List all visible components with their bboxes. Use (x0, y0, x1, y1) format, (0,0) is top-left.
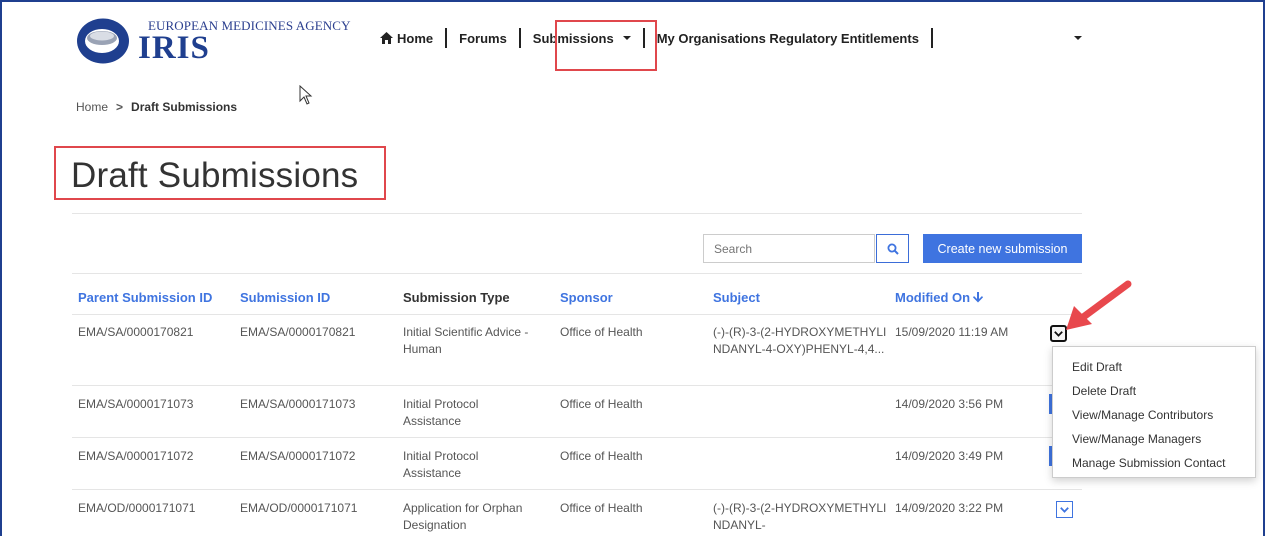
cell-parent-id: EMA/SA/0000171072 (78, 449, 194, 463)
cell-submission-type: Initial Protocol Assistance (403, 449, 479, 480)
cell-submission-id: EMA/SA/0000170821 (240, 325, 356, 339)
cell-subject: (-)-(R)-3-(2-HYDROXYMETHYLINDANYL-4-OXY)… (713, 325, 887, 356)
nav-separator (518, 28, 521, 48)
column-header-sponsor[interactable]: Sponsor (560, 290, 613, 305)
app-name: IRIS (138, 30, 210, 66)
menu-item-manage-submission-contact[interactable]: Manage Submission Contact (1053, 451, 1255, 475)
home-icon (380, 32, 393, 44)
nav-home-label: Home (397, 30, 434, 46)
row-divider (72, 314, 1082, 315)
menu-item-edit-draft[interactable]: Edit Draft (1053, 355, 1255, 379)
cell-submission-id: EMA/SA/0000171073 (240, 397, 356, 411)
cell-parent-id: EMA/OD/0000171071 (78, 501, 196, 515)
cell-sponsor: Office of Health (560, 449, 643, 463)
create-new-submission-button[interactable]: Create new submission (923, 234, 1082, 263)
cell-sponsor: Office of Health (560, 397, 643, 411)
cell-modified-on: 14/09/2020 3:22 PM (895, 501, 1004, 515)
breadcrumb-home[interactable]: Home (76, 100, 108, 114)
search-icon (887, 243, 899, 255)
nav-entitlements[interactable]: My Organisations Regulatory Entitlements (657, 31, 919, 46)
column-header-submission-type: Submission Type (403, 290, 510, 305)
nav-separator (930, 28, 933, 48)
menu-item-manage-contributors[interactable]: View/Manage Contributors (1053, 403, 1255, 427)
cell-parent-id: EMA/SA/0000171073 (78, 397, 194, 411)
nav-forums-label: Forums (459, 30, 507, 46)
row-actions-menu: Edit Draft Delete Draft View/Manage Cont… (1052, 346, 1256, 478)
menu-item-delete-draft[interactable]: Delete Draft (1053, 379, 1255, 403)
row-actions-button[interactable] (1056, 501, 1073, 518)
row-divider (72, 385, 1082, 386)
column-header-modified-on[interactable]: Modified On (895, 290, 984, 305)
ema-logo-icon[interactable] (76, 18, 130, 64)
nav-entitlements-label: My Organisations Regulatory Entitlements (656, 30, 919, 46)
mouse-cursor-icon (299, 85, 313, 105)
page-title: Draft Submissions (71, 156, 359, 195)
chevron-down-icon (1060, 506, 1069, 513)
breadcrumb-current: Draft Submissions (131, 100, 238, 114)
cell-modified-on: 14/09/2020 3:49 PM (895, 449, 1004, 463)
search-button[interactable] (876, 234, 909, 263)
nav-separator (445, 28, 448, 48)
nav-forums[interactable]: Forums (459, 31, 507, 46)
cell-submission-type: Initial Scientific Advice - Human (403, 325, 529, 356)
cell-parent-id: EMA/SA/0000170821 (78, 325, 194, 339)
divider (72, 213, 1082, 214)
row-divider (72, 437, 1082, 438)
cell-submission-type: Initial Protocol Assistance (403, 397, 479, 428)
divider (72, 273, 1082, 274)
menu-item-manage-managers[interactable]: View/Manage Managers (1053, 427, 1255, 451)
cell-submission-type: Application for Orphan Designation (403, 501, 523, 532)
breadcrumb-separator: > (116, 100, 124, 114)
breadcrumb: Home > Draft Submissions (76, 100, 237, 114)
cell-modified-on: 15/09/2020 11:19 AM (895, 325, 1009, 339)
submissions-highlight (555, 20, 657, 71)
cell-sponsor: Office of Health (560, 325, 643, 339)
column-header-subject[interactable]: Subject (713, 290, 760, 305)
cell-modified-on: 14/09/2020 3:56 PM (895, 397, 1004, 411)
user-menu-chevron-icon[interactable] (1074, 36, 1082, 40)
modified-on-label: Modified On (895, 290, 971, 305)
cell-sponsor: Office of Health (560, 501, 643, 515)
annotation-arrow-icon (1066, 280, 1132, 330)
cell-subject: (-)-(R)-3-(2-HYDROXYMETHYLINDANYL- (713, 501, 887, 532)
cell-submission-id: EMA/SA/0000171072 (240, 449, 356, 463)
row-divider (72, 489, 1082, 490)
main-nav: Home Forums Submissions My Organisations… (380, 27, 945, 49)
search-input[interactable] (703, 234, 875, 263)
nav-home[interactable]: Home (380, 31, 433, 46)
cell-submission-id: EMA/OD/0000171071 (240, 501, 358, 515)
column-header-submission-id[interactable]: Submission ID (240, 290, 330, 305)
column-header-parent-id[interactable]: Parent Submission ID (78, 290, 212, 305)
arrow-down-icon (973, 292, 984, 303)
